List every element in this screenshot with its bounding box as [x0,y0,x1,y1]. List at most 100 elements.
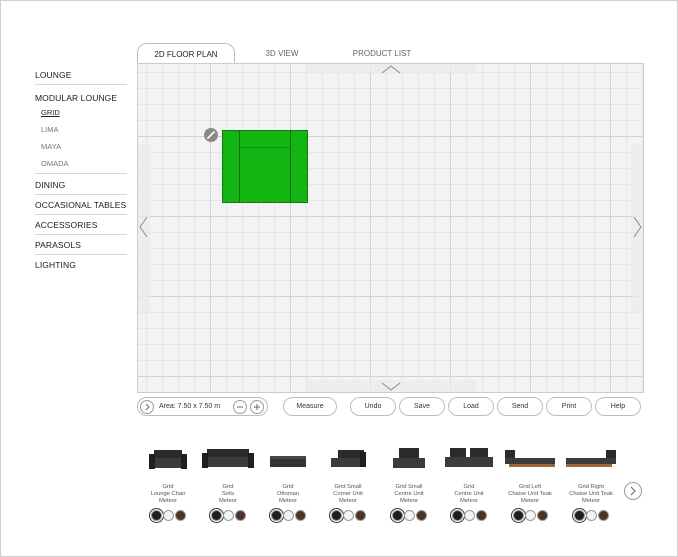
swatch-black[interactable] [449,508,465,523]
edit-pencil-icon[interactable] [204,128,218,142]
product-name-line-1: Grid Small [334,484,362,490]
product-card-lounge-chair[interactable]: Grid Lounge Chair Meteor [137,444,199,523]
product-card-centre-unit[interactable]: Grid Centre Unit Meteor [438,444,500,523]
color-swatches [560,508,622,523]
product-name-line-2: Ottoman [276,491,300,497]
swatch-black[interactable] [510,508,526,523]
sidebar-subitem-omada[interactable]: OMADA [35,156,127,174]
swatch-white[interactable] [342,510,354,521]
print-button[interactable]: Print [546,397,592,416]
sidebar-subitem-maya[interactable]: MAYA [35,139,127,156]
product-card-ottoman[interactable]: Grid Ottoman Meteor [257,444,319,523]
sidebar-item-accessories[interactable]: ACCESSORIES [35,218,127,235]
color-swatches [317,508,379,523]
sidebar-item-lighting[interactable]: LIGHTING [35,258,127,274]
product-name-line-2: Chaise Unit Teak [508,491,552,497]
swatch-white[interactable] [222,510,234,521]
product-name-line-1: Grid Left [518,484,542,490]
product-name-line-1: Grid Right [577,484,605,490]
swatch-black[interactable] [328,508,344,523]
swatch-white[interactable] [403,510,415,521]
swatch-white[interactable] [282,510,294,521]
product-card-left-chaise-unit-teak[interactable]: Grid Left Chaise Unit Teak Meteor [499,444,561,523]
product-thumbnail [202,449,254,468]
product-name-line-3: Meteor [158,498,178,504]
swatch-brown[interactable] [354,510,366,521]
help-button[interactable]: Help [595,397,641,416]
product-thumbnail [393,448,425,468]
swatch-brown[interactable] [597,510,609,521]
load-button[interactable]: Load [448,397,494,416]
product-name-line-3: Meteor [338,498,358,504]
swatch-brown[interactable] [475,510,487,521]
product-card-right-chaise-unit-teak[interactable]: Grid Right Chaise Unit Teak Meteor [560,444,622,523]
swatch-brown[interactable] [415,510,427,521]
swatch-black[interactable] [208,508,224,523]
sidebar-item-lounge[interactable]: LOUNGE [35,68,127,85]
measure-button[interactable]: Measure [283,397,337,416]
send-button[interactable]: Send [497,397,543,416]
product-name-line-1: Grid Small [395,484,423,490]
swatch-black[interactable] [571,508,587,523]
room-area-control: Area: 7.50 x 7.50 m [137,397,268,416]
area-expand-button[interactable] [140,400,154,414]
product-name-line-3: Meteor [520,498,540,504]
product-thumbnail [445,448,493,467]
sidebar-item-modular-lounge[interactable]: MODULAR LOUNGE [35,91,127,105]
sofa-left-arm [239,131,240,202]
swatch-black[interactable] [148,508,164,523]
swatch-white[interactable] [162,510,174,521]
swatch-white[interactable] [463,510,475,521]
product-thumbnail [149,450,187,469]
product-card-sofa[interactable]: Grid Sofa Meteor [197,444,259,523]
product-card-small-corner-unit[interactable]: Grid Small Corner Unit Meteor [317,444,379,523]
swatch-brown[interactable] [536,510,548,521]
sidebar-item-parasols[interactable]: PARASOLS [35,238,127,255]
swatch-brown[interactable] [234,510,246,521]
sidebar-item-occasional-tables[interactable]: OCCASIONAL TABLES [35,198,127,215]
tab-3d-view[interactable]: 3D VIEW [247,43,317,64]
sidebar-subitem-grid[interactable]: GRID [35,105,127,122]
product-name-line-3: Meteor [218,498,238,504]
area-decrease-button[interactable] [233,400,247,414]
product-name-line-2: Centre Unit [454,491,484,497]
product-name-line-3: Meteor [278,498,298,504]
floor-plan-canvas[interactable] [137,63,644,393]
swatch-black[interactable] [389,508,405,523]
product-name-line-3: Meteor [581,498,601,504]
chevron-right-icon [630,486,636,496]
undo-button[interactable]: Undo [350,397,396,416]
chevron-up-icon[interactable] [381,65,401,74]
save-button[interactable]: Save [399,397,445,416]
swatch-brown[interactable] [174,510,186,521]
plus-icon [254,404,260,410]
product-thumbnail [270,456,306,467]
room-area-label: Area: 7.50 x 7.50 m [159,403,221,410]
color-swatches [257,508,319,523]
tab-product-list[interactable]: PRODUCT LIST [337,43,427,64]
product-name-line-2: Sofa [222,491,234,497]
swatch-white[interactable] [585,510,597,521]
area-increase-button[interactable] [250,400,264,414]
product-card-small-centre-unit[interactable]: Grid Small Centre Unit Meteor [378,444,440,523]
product-name-line-1: Grid [162,484,174,490]
product-name-line-3: Meteor [459,498,479,504]
sidebar-item-dining[interactable]: DINING [35,178,127,195]
products-next-button[interactable] [624,482,642,500]
chevron-left-icon[interactable] [139,216,148,238]
category-sidebar: LOUNGE MODULAR LOUNGE GRID LIMA MAYA OMA… [35,68,127,274]
product-thumbnail [331,450,366,467]
chevron-down-icon[interactable] [381,382,401,391]
swatch-white[interactable] [524,510,536,521]
sidebar-subitem-lima[interactable]: LIMA [35,122,127,139]
sofa-backrest [239,132,291,148]
color-swatches [197,508,259,523]
sofa-right-arm [290,131,291,202]
product-thumbnail [566,450,616,467]
tab-2d-floor-plan[interactable]: 2D FLOOR PLAN [137,43,235,64]
swatch-black[interactable] [268,508,284,523]
product-name-line-2: Centre Unit [394,491,424,497]
chevron-right-icon[interactable] [633,216,642,238]
placed-sofa-item[interactable] [222,130,308,203]
swatch-brown[interactable] [294,510,306,521]
